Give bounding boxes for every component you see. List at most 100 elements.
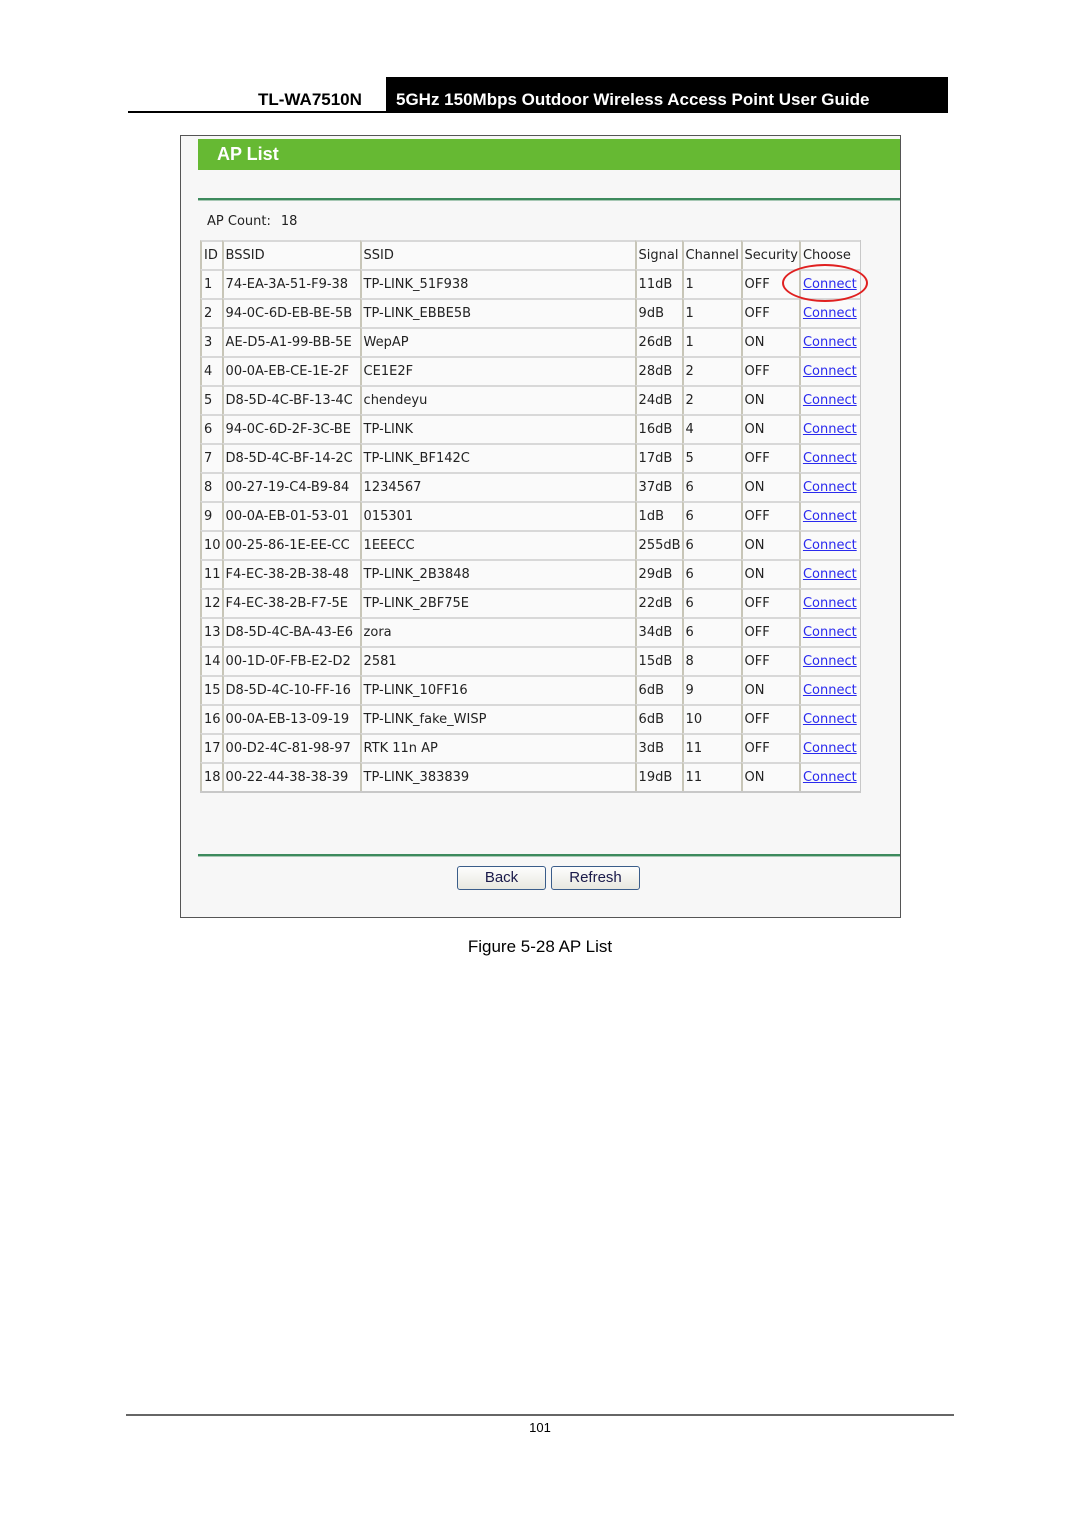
cell-choose: Connect bbox=[798, 762, 860, 791]
cell-id: 4 bbox=[200, 356, 222, 385]
cell-ssid: TP-LINK bbox=[359, 414, 635, 443]
cell-bssid: 00-D2-4C-81-98-97 bbox=[221, 733, 360, 762]
connect-link[interactable]: Connect bbox=[803, 422, 857, 437]
cell-id: 6 bbox=[200, 414, 222, 443]
button-bar: Back Refresh bbox=[457, 866, 645, 890]
cell-ssid: 1234567 bbox=[359, 472, 635, 501]
connect-link[interactable]: Connect bbox=[803, 364, 857, 379]
model-name: TL-WA7510N bbox=[258, 90, 362, 109]
cell-choose: Connect bbox=[798, 269, 860, 298]
table-row: 8 00-27-19-C4-B9-84 1234567 37dB 6 ON Connect bbox=[200, 472, 860, 501]
cell-signal: 34dB bbox=[634, 617, 682, 646]
cell-channel: 6 bbox=[681, 530, 741, 559]
cell-bssid: 00-22-44-38-38-39 bbox=[221, 762, 360, 791]
cell-channel: 6 bbox=[681, 617, 741, 646]
cell-id: 11 bbox=[200, 559, 222, 588]
cell-security: OFF bbox=[740, 269, 799, 298]
connect-link[interactable]: Connect bbox=[803, 509, 857, 524]
cell-choose: Connect bbox=[798, 733, 860, 762]
cell-security: OFF bbox=[740, 646, 799, 675]
connect-link[interactable]: Connect bbox=[803, 451, 857, 466]
cell-channel: 6 bbox=[681, 588, 741, 617]
cell-choose: Connect bbox=[798, 327, 860, 356]
connect-link[interactable]: Connect bbox=[803, 712, 857, 727]
connect-link[interactable]: Connect bbox=[803, 770, 857, 785]
cell-id: 18 bbox=[200, 762, 222, 791]
connect-link[interactable]: Connect bbox=[803, 480, 857, 495]
cell-id: 10 bbox=[200, 530, 222, 559]
cell-ssid: TP-LINK_fake_WISP bbox=[359, 704, 635, 733]
table-row: 9 00-0A-EB-01-53-01 015301 1dB 6 OFF Connect bbox=[200, 501, 860, 530]
connect-link[interactable]: Connect bbox=[803, 625, 857, 640]
cell-bssid: 00-1D-0F-FB-E2-D2 bbox=[221, 646, 360, 675]
cell-security: OFF bbox=[740, 704, 799, 733]
connect-link[interactable]: Connect bbox=[803, 567, 857, 582]
cell-signal: 3dB bbox=[634, 733, 682, 762]
table-row: 17 00-D2-4C-81-98-97 RTK 11n AP 3dB 11 OFF Con… bbox=[200, 733, 860, 762]
col-header-choose: Choose bbox=[798, 240, 860, 269]
table-row: 16 00-0A-EB-13-09-19 TP-LINK_fake_WISP 6dB 1… bbox=[200, 704, 860, 733]
cell-security: ON bbox=[740, 675, 799, 704]
cell-bssid: D8-5D-4C-10-FF-16 bbox=[221, 675, 360, 704]
cell-security: OFF bbox=[740, 356, 799, 385]
cell-channel: 1 bbox=[681, 327, 741, 356]
connect-link[interactable]: Connect bbox=[803, 277, 857, 292]
connect-link[interactable]: Connect bbox=[803, 335, 857, 350]
cell-id: 13 bbox=[200, 617, 222, 646]
table-row: 18 00-22-44-38-38-39 TP-LINK_383839 19dB 11 O… bbox=[200, 762, 860, 791]
cell-choose: Connect bbox=[798, 385, 860, 414]
table-row: 4 00-0A-EB-CE-1E-2F CE1E2F 28dB 2 OFF Connect bbox=[200, 356, 860, 385]
cell-bssid: D8-5D-4C-BA-43-E6 bbox=[221, 617, 360, 646]
figure-caption: Figure 5-28 AP List bbox=[467, 937, 613, 956]
connect-link[interactable]: Connect bbox=[803, 596, 857, 611]
cell-signal: 255dB bbox=[634, 530, 682, 559]
cell-signal: 1dB bbox=[634, 501, 682, 530]
back-button[interactable]: Back bbox=[457, 866, 546, 890]
cell-bssid: D8-5D-4C-BF-14-2C bbox=[221, 443, 360, 472]
connect-link[interactable]: Connect bbox=[803, 683, 857, 698]
col-header-channel: Channel bbox=[681, 240, 741, 269]
divider-top bbox=[198, 198, 900, 201]
col-header-id: ID bbox=[200, 240, 222, 269]
header-rule bbox=[128, 111, 948, 113]
cell-security: ON bbox=[740, 327, 799, 356]
refresh-button[interactable]: Refresh bbox=[551, 866, 640, 890]
cell-signal: 9dB bbox=[634, 298, 682, 327]
connect-link[interactable]: Connect bbox=[803, 393, 857, 408]
cell-choose: Connect bbox=[798, 704, 860, 733]
connect-link[interactable]: Connect bbox=[803, 741, 857, 756]
connect-link[interactable]: Connect bbox=[803, 538, 857, 553]
cell-channel: 11 bbox=[681, 733, 741, 762]
cell-id: 1 bbox=[200, 269, 222, 298]
cell-channel: 2 bbox=[681, 356, 741, 385]
footer-rule bbox=[126, 1414, 954, 1416]
connect-link[interactable]: Connect bbox=[803, 654, 857, 669]
cell-signal: 6dB bbox=[634, 704, 682, 733]
cell-signal: 26dB bbox=[634, 327, 682, 356]
connect-link[interactable]: Connect bbox=[803, 306, 857, 321]
table-row: 3 AE-D5-A1-99-BB-5E WepAP 26dB 1 ON Connect bbox=[200, 327, 860, 356]
cell-choose: Connect bbox=[798, 646, 860, 675]
cell-id: 2 bbox=[200, 298, 222, 327]
cell-id: 5 bbox=[200, 385, 222, 414]
cell-id: 9 bbox=[200, 501, 222, 530]
cell-signal: 22dB bbox=[634, 588, 682, 617]
cell-channel: 6 bbox=[681, 559, 741, 588]
cell-ssid: TP-LINK_51F938 bbox=[359, 269, 635, 298]
cell-id: 7 bbox=[200, 443, 222, 472]
cell-bssid: AE-D5-A1-99-BB-5E bbox=[221, 327, 360, 356]
cell-id: 14 bbox=[200, 646, 222, 675]
cell-choose: Connect bbox=[798, 501, 860, 530]
table-row: 2 94-0C-6D-EB-BE-5B TP-LINK_EBBE5B 9dB 1 OFF C… bbox=[200, 298, 860, 327]
ap-count-label: AP Count: bbox=[207, 214, 271, 229]
page-header: TL-WA7510N 5GHz 150Mbps Outdoor Wireless… bbox=[128, 77, 948, 113]
cell-ssid: 1EEECC bbox=[359, 530, 635, 559]
cell-signal: 29dB bbox=[634, 559, 682, 588]
cell-security: ON bbox=[740, 530, 799, 559]
cell-ssid: 015301 bbox=[359, 501, 635, 530]
cell-bssid: F4-EC-38-2B-F7-5E bbox=[221, 588, 360, 617]
cell-channel: 5 bbox=[681, 443, 741, 472]
cell-bssid: 94-0C-6D-2F-3C-BE bbox=[221, 414, 360, 443]
cell-channel: 9 bbox=[681, 675, 741, 704]
cell-bssid: 00-25-86-1E-EE-CC bbox=[221, 530, 360, 559]
